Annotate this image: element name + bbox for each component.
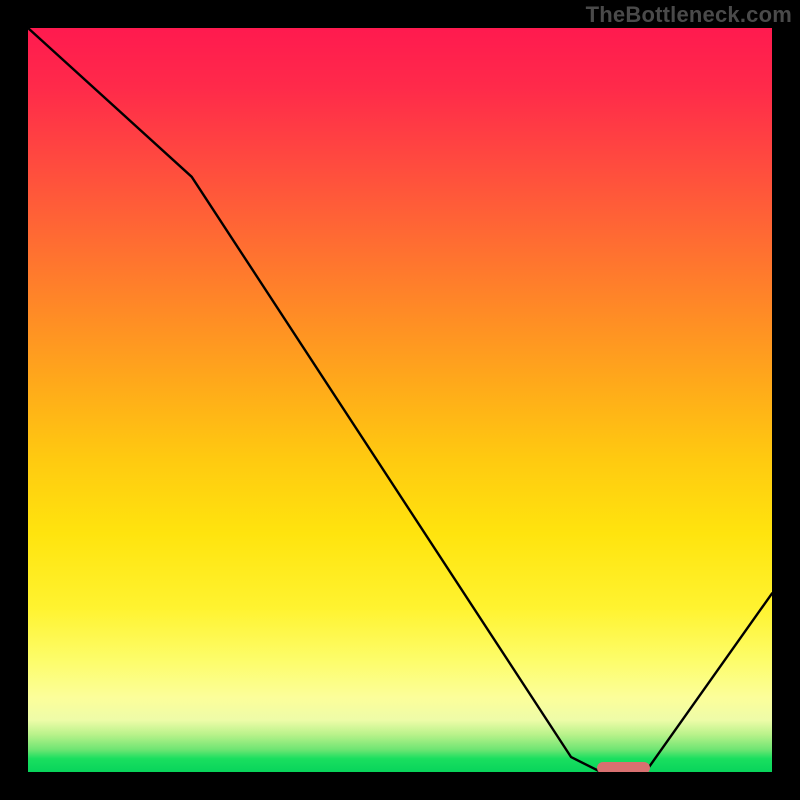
optimal-zone-marker (597, 762, 650, 772)
plot-area (28, 28, 772, 772)
chart-canvas: TheBottleneck.com (0, 0, 800, 800)
bottleneck-curve (28, 28, 772, 772)
watermark-text: TheBottleneck.com (586, 2, 792, 28)
curve-path (28, 28, 772, 772)
